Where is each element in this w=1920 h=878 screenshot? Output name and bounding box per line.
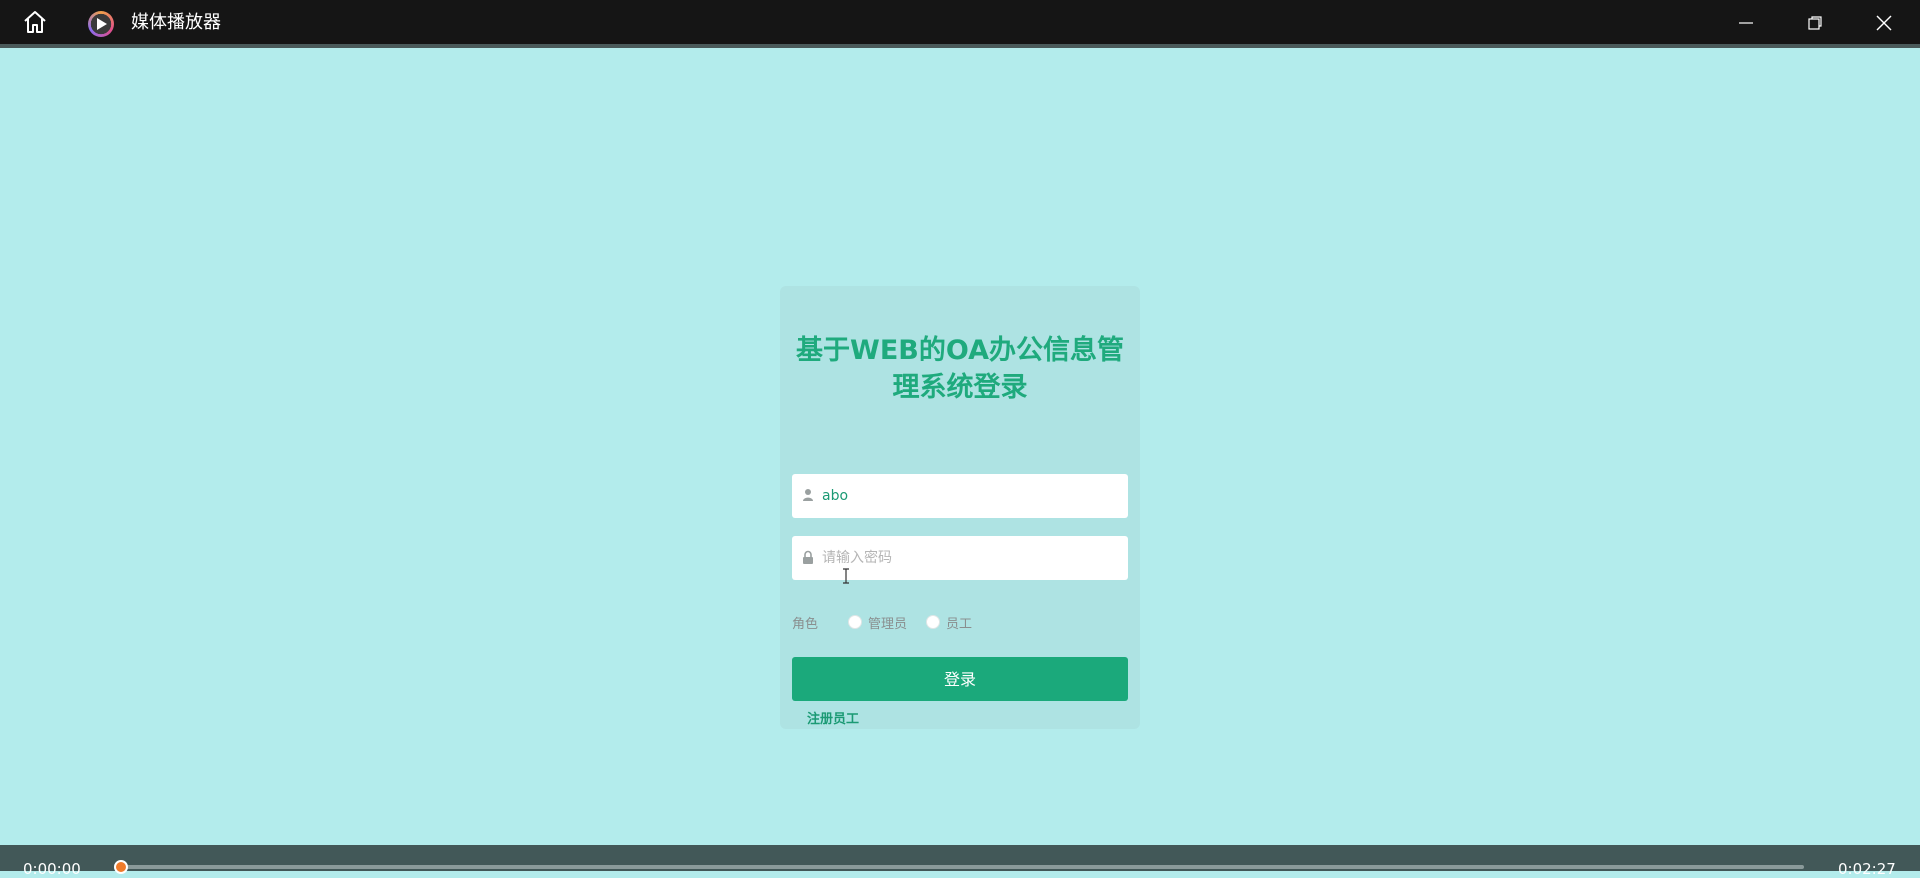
role-radio-admin[interactable] xyxy=(848,615,862,629)
register-link[interactable]: 注册员工 xyxy=(807,708,859,727)
window-title: 媒体播放器 xyxy=(131,12,221,33)
text-cursor-icon xyxy=(843,568,849,584)
close-icon xyxy=(1876,15,1892,31)
login-button[interactable]: 登录 xyxy=(792,657,1128,701)
player-controls: 0:00:00 0:02:27 xyxy=(0,845,1920,878)
home-icon[interactable] xyxy=(22,10,48,34)
elapsed-time: 0:00:00 xyxy=(23,860,81,878)
role-option-staff[interactable]: 员工 xyxy=(946,613,972,632)
lock-icon xyxy=(803,550,813,564)
restore-icon xyxy=(1808,16,1822,30)
role-radio-staff[interactable] xyxy=(926,615,940,629)
seek-bar[interactable] xyxy=(118,865,1804,869)
seek-thumb[interactable] xyxy=(114,860,128,874)
role-selector: 角色 管理员 员工 xyxy=(792,610,1128,634)
total-time: 0:02:27 xyxy=(1838,860,1896,878)
login-card: 基于WEB的OA办公信息管理系统登录 角色 管理员 员工 登录 注册员工 xyxy=(780,286,1140,729)
restore-button[interactable] xyxy=(1785,0,1845,44)
login-title: 基于WEB的OA办公信息管理系统登录 xyxy=(796,335,1124,403)
minimize-button[interactable] xyxy=(1716,0,1776,44)
window-titlebar: 媒体播放器 xyxy=(0,0,1920,44)
close-button[interactable] xyxy=(1854,0,1914,44)
media-player-logo xyxy=(88,11,114,37)
user-icon xyxy=(803,489,813,501)
minimize-icon xyxy=(1739,22,1753,24)
role-option-admin[interactable]: 管理员 xyxy=(868,613,907,632)
password-input[interactable] xyxy=(820,536,1124,580)
video-area: 基于WEB的OA办公信息管理系统登录 角色 管理员 员工 登录 注册员工 xyxy=(0,48,1920,845)
role-label: 角色 xyxy=(792,617,819,632)
username-input[interactable] xyxy=(820,474,1124,518)
username-field[interactable] xyxy=(792,474,1128,518)
